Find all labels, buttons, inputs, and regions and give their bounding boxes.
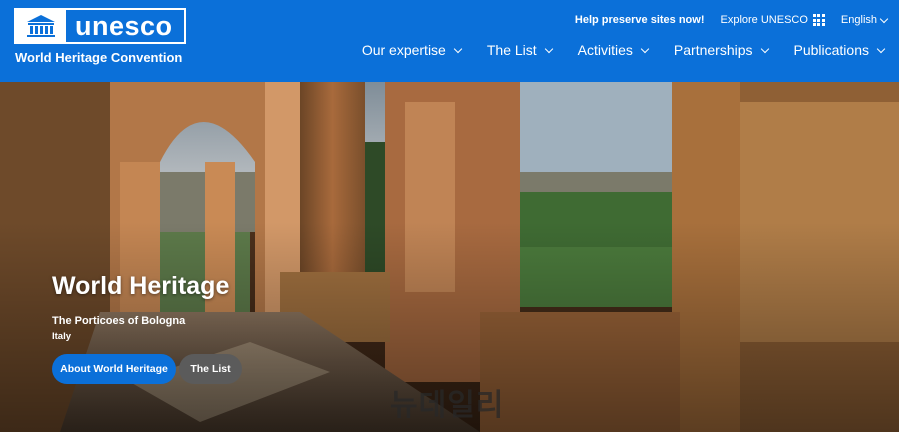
apps-grid-icon xyxy=(812,14,825,26)
nav-label: Partnerships xyxy=(673,42,753,58)
site-country: Italy xyxy=(52,331,72,342)
language-selector[interactable]: English xyxy=(840,14,889,26)
explore-label: Explore UNESCO xyxy=(720,14,808,26)
chevron-down-icon xyxy=(879,14,889,23)
chevron-down-icon xyxy=(640,44,650,53)
nav-label: Activities xyxy=(577,42,633,58)
nav-our-expertise[interactable]: Our expertise xyxy=(361,42,463,58)
chevron-down-icon xyxy=(876,44,886,53)
main-nav: Our expertise The List Activities Partne… xyxy=(361,42,886,58)
language-label: English xyxy=(840,14,877,26)
nav-label: Our expertise xyxy=(361,42,446,58)
logo-wordmark: unesco xyxy=(75,11,173,41)
hero-banner: World Heritage The Porticoes of Bologna … xyxy=(0,82,899,432)
about-world-heritage-button[interactable]: About World Heritage xyxy=(52,354,176,384)
help-preserve-link[interactable]: Help preserve sites now! xyxy=(575,14,705,26)
site-header: unesco World Heritage Convention Help pr… xyxy=(0,0,899,82)
chevron-down-icon xyxy=(544,44,553,53)
site-name: The Porticoes of Bologna xyxy=(52,315,186,327)
hero-title: World Heritage xyxy=(52,272,230,300)
chevron-down-icon xyxy=(453,44,463,53)
nav-partnerships[interactable]: Partnerships xyxy=(673,42,769,58)
explore-unesco-link[interactable]: Explore UNESCO xyxy=(721,14,825,26)
temple-emblem-icon xyxy=(16,10,66,42)
the-list-button[interactable]: The List xyxy=(179,354,242,384)
convention-title[interactable]: World Heritage Convention xyxy=(15,50,182,65)
nav-label: Publications xyxy=(793,42,870,58)
chevron-down-icon xyxy=(760,44,769,53)
unesco-logo[interactable]: unesco xyxy=(14,8,186,44)
nav-publications[interactable]: Publications xyxy=(793,42,886,58)
utility-links: Help preserve sites now! Explore UNESCO … xyxy=(575,14,889,26)
nav-activities[interactable]: Activities xyxy=(577,42,650,58)
nav-the-list[interactable]: The List xyxy=(486,42,553,58)
nav-label: The List xyxy=(486,42,537,58)
watermark: 뉴데일리 xyxy=(390,388,505,423)
